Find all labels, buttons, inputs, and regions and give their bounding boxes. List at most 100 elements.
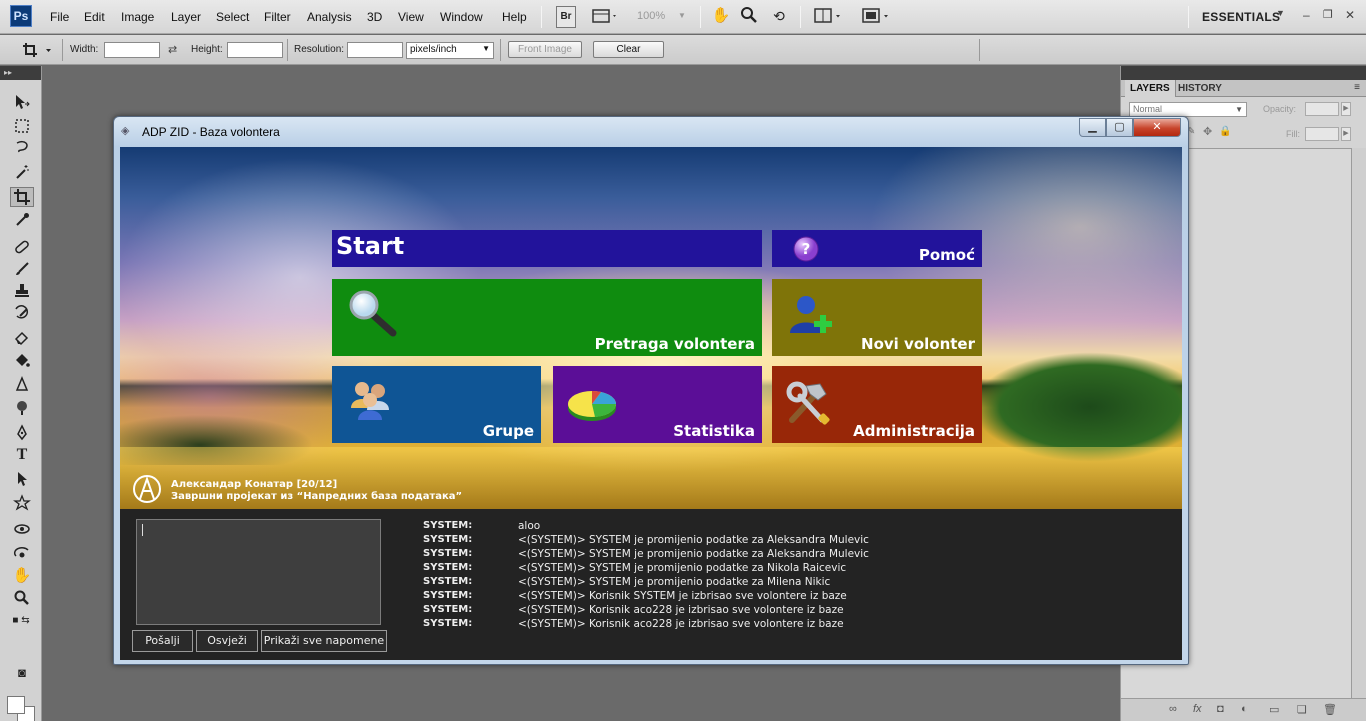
eraser-tool-icon[interactable]: [10, 328, 34, 348]
custom-shape-tool-icon[interactable]: [10, 494, 34, 514]
clear-button[interactable]: Clear: [593, 41, 664, 58]
search-volunteers-label: Pretraga volontera: [594, 335, 755, 353]
log-message: <(SYSTEM)> SYSTEM je promijenio podatke …: [518, 534, 869, 546]
blend-mode-select[interactable]: Normal ▼: [1129, 102, 1247, 117]
swap-colors-icon[interactable]: ■ ⇆: [6, 611, 36, 631]
screen-mode-icon[interactable]: [860, 6, 894, 28]
log-message: <(SYSTEM)> SYSTEM je promijenio podatke …: [518, 562, 847, 574]
options-separator: [62, 39, 63, 61]
fill-arrow-icon[interactable]: ▶: [1341, 127, 1351, 141]
menu-filter[interactable]: Filter: [264, 10, 291, 24]
tab-history[interactable]: HISTORY: [1173, 80, 1227, 97]
administration-tile[interactable]: Administracija: [772, 366, 982, 443]
menu-image[interactable]: Image: [121, 10, 154, 24]
menu-file[interactable]: File: [50, 10, 69, 24]
quick-mask-icon[interactable]: ◙: [10, 663, 34, 683]
maximize-button[interactable]: ▢: [1106, 118, 1133, 137]
layers-scrollbar[interactable]: [1351, 148, 1366, 698]
arrange-documents-icon[interactable]: [812, 6, 846, 28]
log-sender: SYSTEM:: [423, 590, 473, 601]
front-image-button[interactable]: Front Image: [508, 41, 582, 58]
start-tile[interactable]: Start: [332, 230, 762, 267]
crop-tool-icon[interactable]: [10, 187, 34, 207]
menu-analysis[interactable]: Analysis: [307, 10, 352, 24]
menu-edit[interactable]: Edit: [84, 10, 105, 24]
new-volunteer-tile[interactable]: Novi volonter: [772, 279, 982, 356]
close-app-icon[interactable]: ✕: [1345, 8, 1355, 22]
layer-style-icon[interactable]: fx: [1193, 703, 1202, 715]
menu-help[interactable]: Help: [502, 10, 527, 24]
workspace-dropdown-icon[interactable]: ▼: [1276, 8, 1285, 18]
type-tool-icon[interactable]: T: [10, 446, 34, 466]
minimize-button[interactable]: ▁: [1079, 118, 1106, 137]
menu-select[interactable]: Select: [216, 10, 249, 24]
swap-dimensions-icon[interactable]: ⇄: [168, 43, 177, 56]
help-icon: ?: [793, 236, 819, 262]
workspace-switcher[interactable]: ESSENTIALS: [1202, 10, 1280, 24]
magic-wand-tool-icon[interactable]: [10, 163, 34, 183]
path-selection-tool-icon[interactable]: [10, 470, 34, 490]
lasso-tool-icon[interactable]: [10, 139, 34, 159]
dodge-tool-icon[interactable]: [10, 398, 34, 418]
zoom-dropdown-icon[interactable]: ▼: [676, 6, 688, 28]
lock-position-icon[interactable]: ✥: [1203, 125, 1212, 138]
foreground-color-swatch[interactable]: [7, 696, 25, 714]
show-all-notes-button[interactable]: Prikaži sve napomene: [261, 630, 387, 652]
adjustment-layer-icon[interactable]: ◐: [1241, 703, 1248, 715]
height-input[interactable]: [227, 42, 283, 58]
refresh-button[interactable]: Osvježi: [196, 630, 258, 652]
zoom-tool-icon[interactable]: [10, 589, 34, 609]
add-user-icon: [790, 296, 832, 333]
delete-layer-icon[interactable]: 🗑: [1323, 703, 1337, 716]
3d-rotate-tool-icon[interactable]: [10, 520, 34, 540]
new-group-icon[interactable]: ▭: [1269, 703, 1279, 716]
crop-tool-preset-icon[interactable]: [20, 41, 56, 59]
zoom-tool-icon[interactable]: [738, 6, 760, 28]
marquee-tool-icon[interactable]: [10, 117, 34, 137]
add-mask-icon[interactable]: ◘: [1217, 703, 1224, 715]
statistics-tile[interactable]: Statistika: [553, 366, 762, 443]
close-button[interactable]: ✕: [1133, 118, 1181, 137]
rotate-view-icon[interactable]: ⟲: [768, 6, 790, 28]
menu-window[interactable]: Window: [440, 10, 483, 24]
panel-menu-icon[interactable]: ≡: [1354, 82, 1360, 93]
view-extras-icon[interactable]: [590, 6, 620, 28]
bridge-button[interactable]: Br: [556, 6, 576, 28]
history-brush-tool-icon[interactable]: [10, 304, 34, 324]
resolution-input[interactable]: [347, 42, 403, 58]
opacity-input[interactable]: [1305, 102, 1339, 116]
minimize-app-icon[interactable]: –: [1303, 8, 1310, 22]
chevron-down-icon: ▼: [482, 44, 490, 53]
help-tile[interactable]: ? Pomoć: [772, 230, 982, 267]
width-input[interactable]: [104, 42, 160, 58]
statistics-label: Statistika: [673, 422, 755, 440]
3d-orbit-tool-icon[interactable]: [10, 544, 34, 564]
move-tool-icon[interactable]: [10, 93, 34, 113]
note-input[interactable]: [136, 519, 381, 625]
blur-tool-icon[interactable]: [10, 376, 34, 396]
fill-input[interactable]: [1305, 127, 1339, 141]
eyedropper-tool-icon[interactable]: [10, 210, 34, 230]
pen-tool-icon[interactable]: [10, 424, 34, 444]
link-layers-icon[interactable]: ∞: [1169, 703, 1177, 715]
tools-panel-collapse-icon[interactable]: ▸▸: [0, 66, 41, 80]
clone-stamp-tool-icon[interactable]: [10, 282, 34, 302]
paint-bucket-tool-icon[interactable]: [10, 352, 34, 372]
healing-brush-tool-icon[interactable]: [10, 238, 34, 258]
resolution-units-select[interactable]: pixels/inch ▼: [406, 42, 494, 59]
hand-tool-icon[interactable]: ✋: [710, 6, 732, 28]
restore-app-icon[interactable]: ❐: [1323, 8, 1333, 21]
log-sender: SYSTEM:: [423, 562, 473, 573]
opacity-arrow-icon[interactable]: ▶: [1341, 102, 1351, 116]
menu-layer[interactable]: Layer: [171, 10, 201, 24]
search-volunteers-tile[interactable]: Pretraga volontera: [332, 279, 762, 356]
hand-tool-icon[interactable]: ✋: [10, 566, 34, 586]
new-layer-icon[interactable]: ❏: [1297, 703, 1307, 716]
menu-view[interactable]: View: [398, 10, 424, 24]
tab-layers[interactable]: LAYERS: [1125, 80, 1176, 97]
brush-tool-icon[interactable]: [10, 260, 34, 280]
groups-tile[interactable]: Grupe: [332, 366, 541, 443]
menu-3d[interactable]: 3D: [367, 10, 382, 24]
send-button[interactable]: Pošalji: [132, 630, 193, 652]
lock-all-icon[interactable]: 🔒: [1219, 126, 1231, 137]
